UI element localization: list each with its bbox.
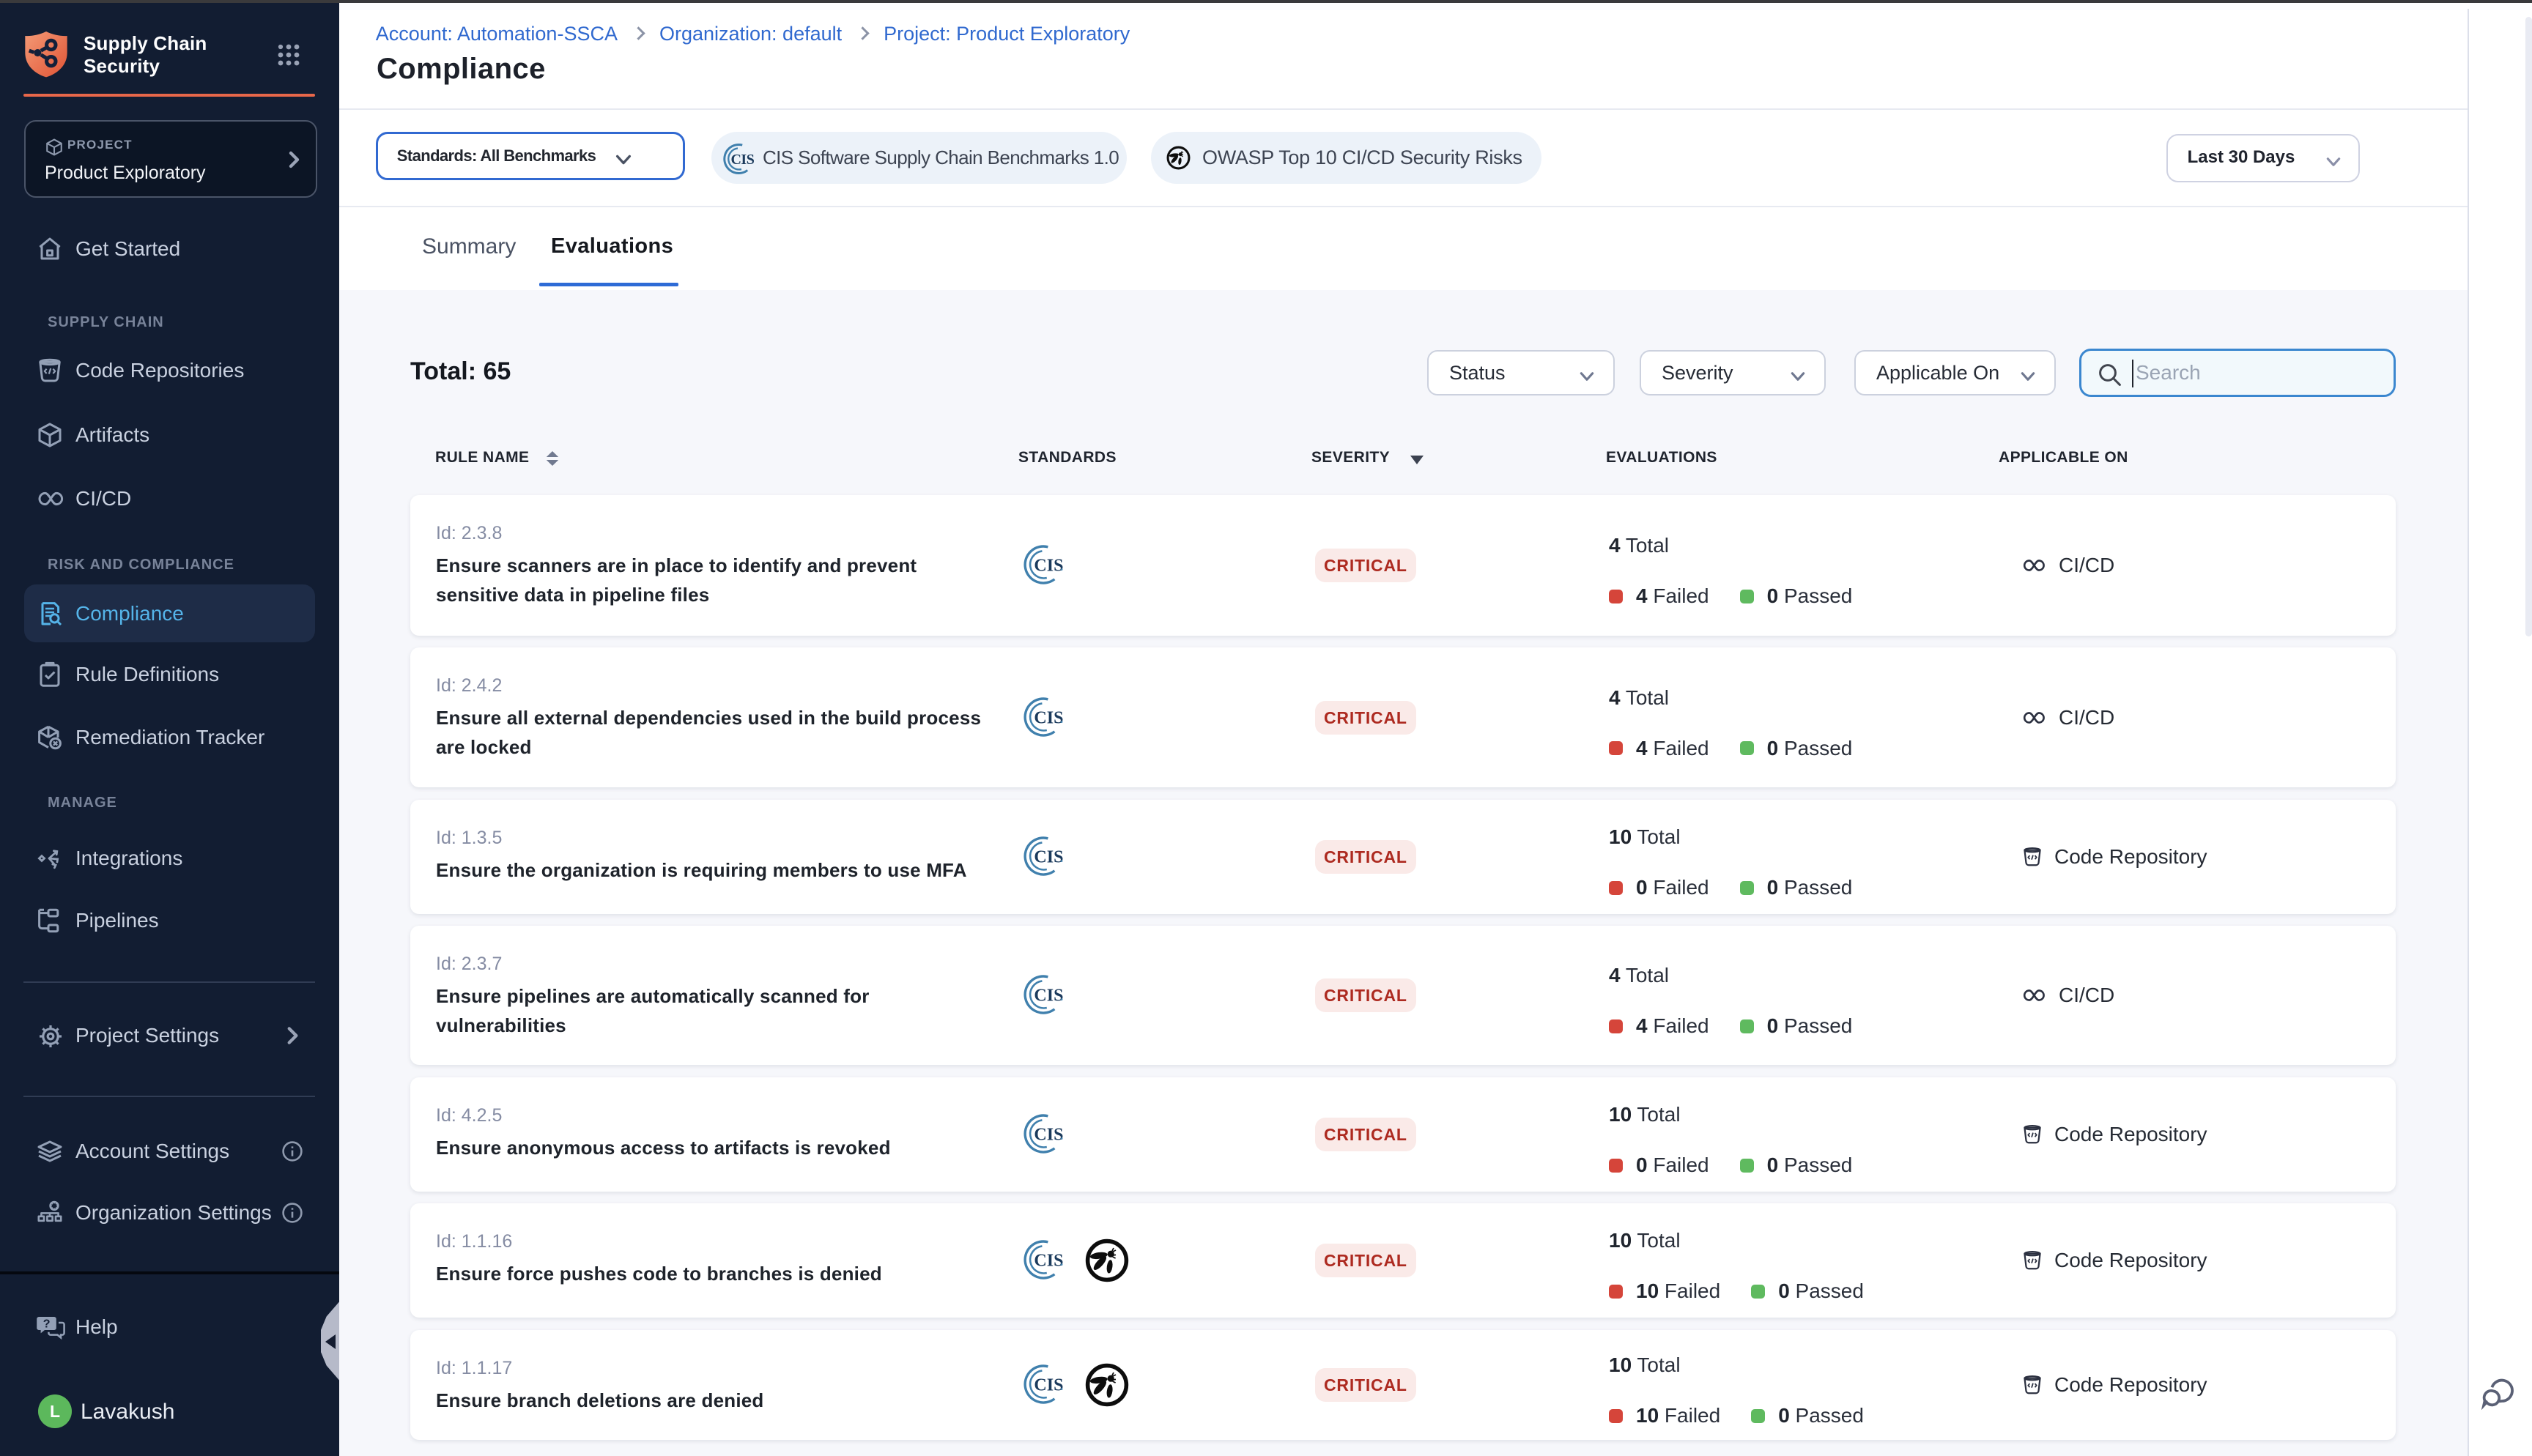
svg-text:CIS: CIS: [1034, 1376, 1063, 1395]
svg-text:CIS: CIS: [1034, 1126, 1063, 1145]
svg-text:CIS: CIS: [1034, 1252, 1063, 1271]
svg-text:CIS: CIS: [1034, 848, 1063, 867]
svg-text:CIS: CIS: [1034, 987, 1063, 1006]
svg-text:CIS: CIS: [730, 152, 754, 168]
svg-text:CIS: CIS: [1034, 708, 1063, 727]
svg-text:?: ?: [43, 1318, 51, 1330]
svg-text:CIS: CIS: [1034, 557, 1063, 576]
